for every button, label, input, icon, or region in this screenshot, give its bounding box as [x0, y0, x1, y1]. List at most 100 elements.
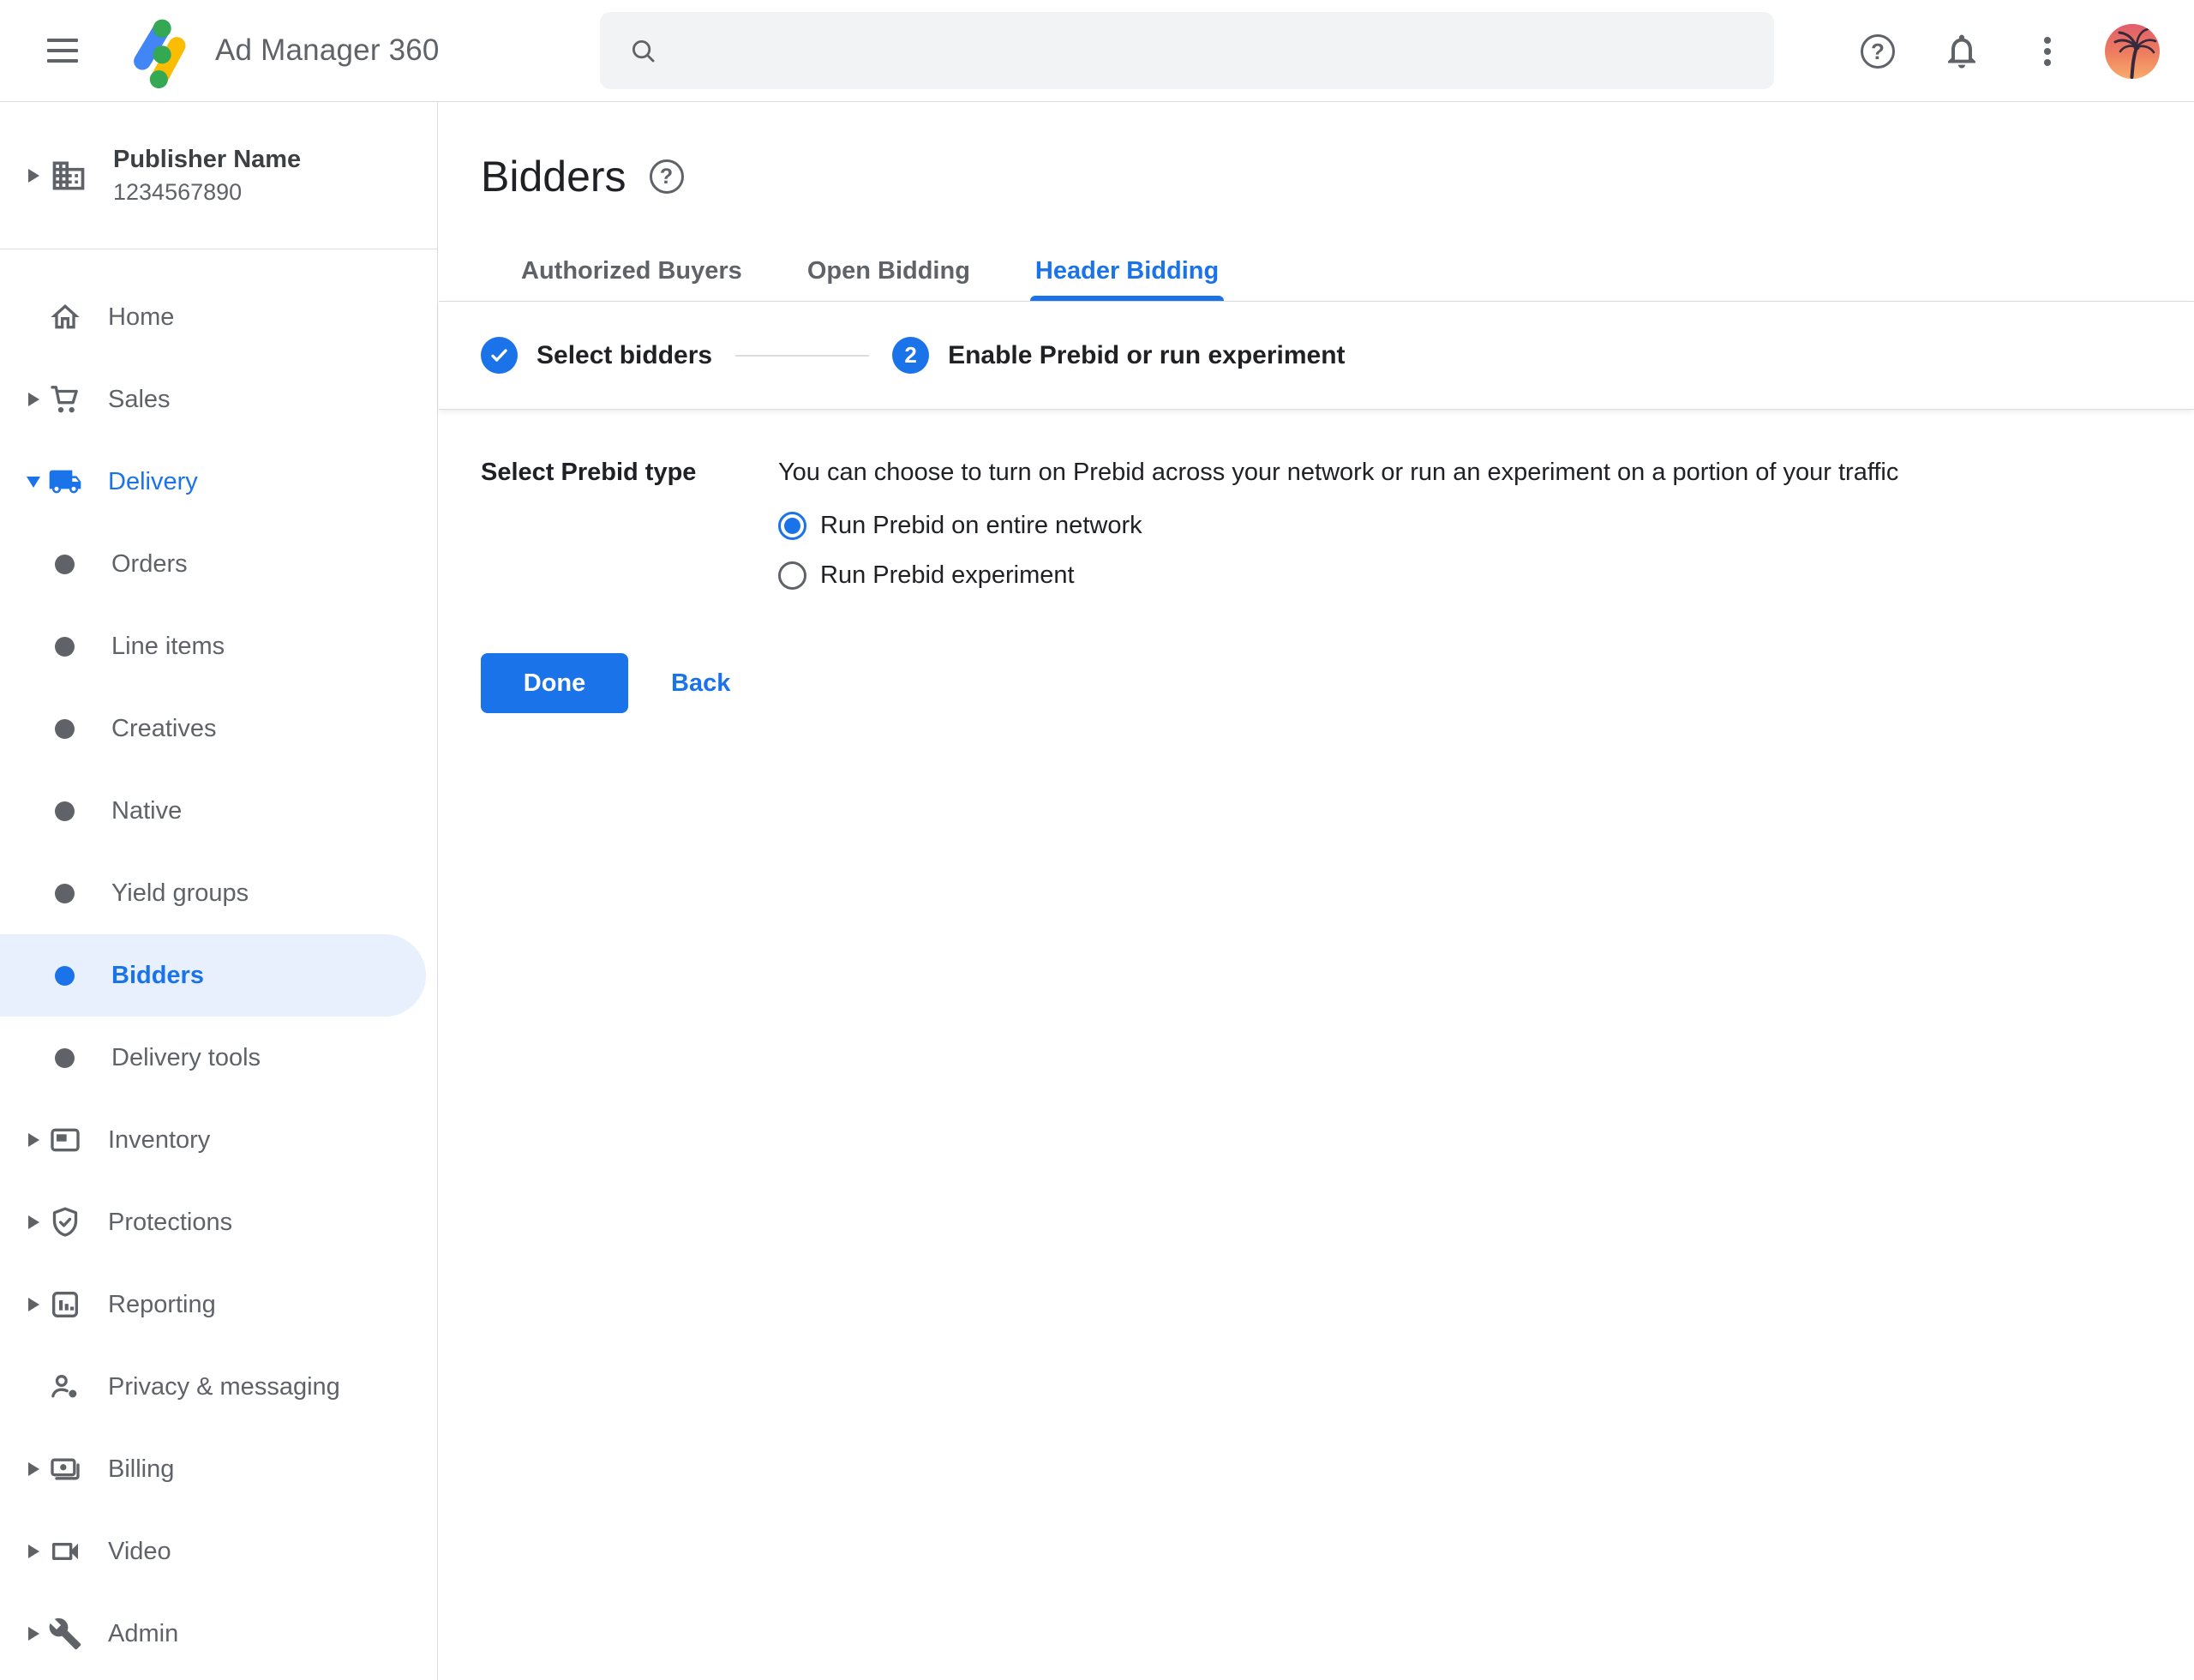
help-icon[interactable] — [650, 159, 684, 194]
billing-icon — [48, 1452, 82, 1486]
sidebar-item-label: Billing — [108, 1455, 174, 1484]
notifications-icon[interactable] — [1942, 32, 1981, 71]
palm-tree-image — [2105, 24, 2160, 79]
ad-manager-logo — [126, 11, 205, 90]
building-icon — [50, 157, 87, 195]
top-app-bar: Ad Manager 360 — [0, 0, 2194, 102]
sidebar-item-reporting[interactable]: Reporting — [0, 1263, 437, 1346]
check-icon — [481, 337, 518, 374]
active-tab-indicator — [1030, 296, 1224, 301]
tab-header-bidding[interactable]: Header Bidding — [1030, 242, 1224, 301]
sidebar-item-native[interactable]: Native — [0, 770, 437, 852]
chevron-right-icon — [24, 1460, 43, 1479]
sidebar-item-delivery[interactable]: Delivery — [0, 441, 437, 523]
radio-unselected-icon[interactable] — [778, 561, 806, 590]
radio-group: Run Prebid on entire network Run Prebid e… — [778, 501, 2194, 600]
stepper: Select bidders 2 Enable Prebid or run expe… — [439, 302, 2194, 410]
sidebar-item-label: Reporting — [108, 1291, 216, 1319]
sidebar-item-label: Protections — [108, 1209, 232, 1237]
bullet-icon — [55, 719, 75, 739]
menu-icon[interactable] — [47, 39, 78, 63]
chevron-right-icon — [24, 1131, 43, 1149]
tab-label: Header Bidding — [1035, 257, 1219, 285]
sidebar-item-label: Delivery tools — [111, 1044, 261, 1072]
product-name: Ad Manager 360 — [215, 33, 440, 68]
cart-icon — [48, 382, 82, 417]
chevron-right-icon — [24, 390, 43, 409]
avatar[interactable] — [2105, 24, 2160, 79]
page-title: Bidders — [481, 152, 626, 201]
chevron-right-icon — [24, 1213, 43, 1232]
sidebar-item-line-items[interactable]: Line items — [0, 605, 437, 687]
tab-open-bidding[interactable]: Open Bidding — [802, 242, 975, 301]
publisher-id: 1234567890 — [113, 179, 301, 206]
sidebar-item-bidders[interactable]: Bidders — [0, 934, 426, 1017]
help-icon[interactable] — [1858, 32, 1897, 71]
step-label: Enable Prebid or run experiment — [948, 341, 1345, 370]
sidebar-item-label: Sales — [108, 386, 171, 414]
page-header: Bidders — [439, 102, 2194, 201]
sidebar-item-creatives[interactable]: Creatives — [0, 687, 437, 770]
truck-icon — [48, 465, 82, 499]
sidebar: Publisher Name 1234567890 Home Sales Deliv… — [0, 102, 438, 1680]
publisher-selector[interactable]: Publisher Name 1234567890 — [0, 102, 437, 249]
step-label: Select bidders — [537, 341, 712, 370]
sidebar-item-privacy-messaging[interactable]: Privacy & messaging — [0, 1346, 437, 1428]
radio-option-run-prebid-experiment[interactable]: Run Prebid experiment — [778, 550, 2194, 600]
step-enable-prebid-or-run-experiment[interactable]: 2 Enable Prebid or run experiment — [892, 337, 1345, 374]
step-connector — [735, 355, 869, 357]
radio-selected-icon[interactable] — [778, 512, 806, 540]
more-vert-icon[interactable] — [2028, 32, 2067, 71]
tab-bar: Authorized Buyers Open Bidding Header Bidd… — [439, 242, 2194, 302]
sidebar-item-label: Admin — [108, 1620, 178, 1648]
sidebar-item-label: Yield groups — [111, 879, 249, 908]
sidebar-item-delivery-tools[interactable]: Delivery tools — [0, 1017, 437, 1099]
search-input[interactable] — [657, 12, 1774, 89]
arrow-spacer — [24, 308, 43, 327]
sidebar-item-admin[interactable]: Admin — [0, 1593, 437, 1675]
sidebar-item-protections[interactable]: Protections — [0, 1181, 437, 1263]
form-options: You can choose to turn on Prebid across … — [778, 456, 2194, 600]
sidebar-item-video[interactable]: Video — [0, 1510, 437, 1593]
tab-authorized-buyers[interactable]: Authorized Buyers — [516, 242, 747, 301]
sidebar-item-label: Privacy & messaging — [108, 1373, 340, 1401]
bullet-icon — [55, 555, 75, 574]
sidebar-item-inventory[interactable]: Inventory — [0, 1099, 437, 1181]
tab-label: Authorized Buyers — [521, 257, 742, 285]
sidebar-item-label: Native — [111, 797, 182, 825]
radio-label: Run Prebid experiment — [820, 561, 1075, 590]
privacy-icon — [48, 1370, 82, 1404]
sidebar-nav: Home Sales Delivery Orders Line items Creativ… — [0, 249, 437, 1675]
sidebar-item-home[interactable]: Home — [0, 276, 437, 358]
topbar-actions — [1858, 0, 2160, 102]
arrow-spacer — [24, 884, 43, 903]
bullet-icon — [55, 884, 75, 903]
sidebar-item-label: Inventory — [108, 1126, 210, 1155]
tab-label: Open Bidding — [807, 257, 970, 285]
sidebar-item-sales[interactable]: Sales — [0, 358, 437, 441]
home-icon — [48, 300, 82, 334]
arrow-spacer — [24, 1377, 43, 1396]
sidebar-item-label: Orders — [111, 550, 188, 579]
chevron-right-icon — [24, 169, 43, 183]
radio-label: Run Prebid on entire network — [820, 512, 1142, 540]
back-link[interactable]: Back — [671, 669, 730, 698]
sidebar-item-label: Home — [108, 303, 174, 332]
sidebar-item-billing[interactable]: Billing — [0, 1428, 437, 1510]
chevron-right-icon — [24, 1624, 43, 1643]
done-button[interactable]: Done — [481, 653, 628, 713]
step-number: 2 — [892, 337, 929, 374]
sidebar-item-yield-groups[interactable]: Yield groups — [0, 852, 437, 934]
shield-icon — [48, 1205, 82, 1239]
arrow-spacer — [24, 966, 43, 985]
search-bar[interactable] — [600, 12, 1774, 89]
arrow-spacer — [24, 637, 43, 656]
radio-option-run-prebid-on-entire-network[interactable]: Run Prebid on entire network — [778, 501, 2194, 550]
arrow-spacer — [24, 555, 43, 573]
form-label: Select Prebid type — [481, 456, 778, 600]
publisher-info: Publisher Name 1234567890 — [113, 146, 301, 206]
step-select-bidders[interactable]: Select bidders — [481, 337, 712, 374]
bullet-icon — [55, 801, 75, 821]
sidebar-item-orders[interactable]: Orders — [0, 523, 437, 605]
sidebar-item-label: Creatives — [111, 715, 217, 743]
